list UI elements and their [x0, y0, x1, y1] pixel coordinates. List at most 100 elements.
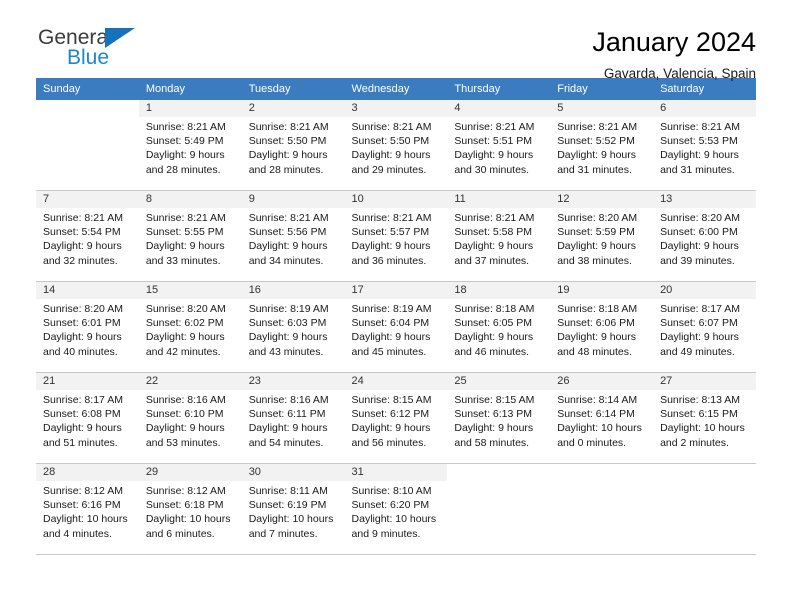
title-block: January 2024 Gavarda, Valencia, Spain — [592, 26, 756, 84]
day-number: 4 — [447, 100, 551, 117]
day-number: 30 — [241, 464, 345, 481]
calendar-day-cell[interactable]: 16 Sunrise: 8:19 AM Sunset: 6:03 PM Dayligh… — [241, 281, 345, 373]
calendar-day-cell[interactable]: 15 Sunrise: 8:20 AM Sunset: 6:02 PM Dayligh… — [138, 281, 242, 373]
calendar-day-cell[interactable]: 5 Sunrise: 8:21 AM Sunset: 5:52 PM Daylight… — [550, 100, 654, 191]
calendar-week-row: 7 Sunrise: 8:21 AM Sunset: 5:54 PM Daylight… — [36, 190, 756, 282]
sunset-text: Sunset: 5:50 PM — [248, 135, 327, 148]
calendar-day-cell[interactable]: 30 Sunrise: 8:11 AM Sunset: 6:19 PM Dayligh… — [241, 463, 345, 554]
daylight-text-line2: and 4 minutes. — [43, 527, 112, 540]
calendar-day-cell[interactable]: 8 Sunrise: 8:21 AM Sunset: 5:55 PM Daylight… — [138, 190, 242, 282]
day-cell-content: 5 Sunrise: 8:21 AM Sunset: 5:52 PM Daylight… — [550, 100, 654, 190]
calendar-day-cell[interactable]: 29 Sunrise: 8:12 AM Sunset: 6:18 PM Dayligh… — [138, 463, 242, 554]
weekday-header-sunday: Sunday — [36, 78, 139, 100]
calendar-day-cell[interactable]: 1 Sunrise: 8:21 AM Sunset: 5:49 PM Daylight… — [138, 100, 242, 191]
sunset-text: Sunset: 6:06 PM — [557, 317, 635, 330]
daylight-text-line1: Daylight: 9 hours — [43, 240, 122, 253]
day-cell-content: 13 Sunrise: 8:20 AM Sunset: 6:00 PM Dayligh… — [653, 191, 756, 281]
daylight-text-line2: and 0 minutes. — [557, 436, 627, 449]
daylight-text-line2: and 7 minutes. — [248, 527, 318, 540]
day-number: 28 — [36, 464, 139, 481]
weekday-header-monday: Monday — [138, 78, 242, 100]
day-cell-content: 28 Sunrise: 8:12 AM Sunset: 6:16 PM Dayligh… — [36, 464, 139, 554]
sunrise-text: Sunrise: 8:18 AM — [454, 303, 535, 315]
day-number — [550, 464, 653, 481]
day-sun-info: Sunrise: 8:21 AM Sunset: 5:55 PM Daylight:… — [139, 208, 242, 268]
daylight-text-line1: Daylight: 9 hours — [351, 240, 431, 253]
day-cell-content — [653, 464, 756, 554]
day-number: 15 — [138, 282, 242, 299]
sunset-text: Sunset: 5:49 PM — [145, 135, 224, 148]
day-cell-content: 7 Sunrise: 8:21 AM Sunset: 5:54 PM Daylight… — [36, 191, 139, 281]
brand-logo[interactable]: General Blue — [36, 26, 218, 69]
daylight-text-line2: and 54 minutes. — [248, 436, 324, 449]
daylight-text-line1: Daylight: 10 hours — [145, 513, 231, 526]
day-sun-info: Sunrise: 8:18 AM Sunset: 6:05 PM Daylight:… — [447, 299, 550, 359]
sunset-text: Sunset: 5:53 PM — [660, 135, 738, 148]
sunset-text: Sunset: 6:05 PM — [454, 317, 533, 330]
calendar-day-cell[interactable]: 21 Sunrise: 8:17 AM Sunset: 6:08 PM Dayligh… — [36, 372, 139, 464]
calendar-day-cell[interactable]: 12 Sunrise: 8:20 AM Sunset: 5:59 PM Dayligh… — [550, 190, 654, 282]
day-sun-info: Sunrise: 8:19 AM Sunset: 6:04 PM Daylight:… — [345, 299, 448, 359]
calendar-day-cell[interactable]: 26 Sunrise: 8:14 AM Sunset: 6:14 PM Dayligh… — [550, 372, 654, 464]
daylight-text-line1: Daylight: 9 hours — [43, 331, 122, 344]
daylight-text-line1: Daylight: 10 hours — [248, 513, 334, 526]
day-cell-content: 31 Sunrise: 8:10 AM Sunset: 6:20 PM Dayligh… — [344, 464, 448, 554]
page-title: January 2024 — [592, 27, 756, 57]
calendar-day-cell[interactable]: 14 Sunrise: 8:20 AM Sunset: 6:01 PM Dayligh… — [36, 281, 139, 373]
calendar-day-cell[interactable]: 19 Sunrise: 8:18 AM Sunset: 6:06 PM Dayligh… — [550, 281, 654, 373]
sunrise-text: Sunrise: 8:20 AM — [43, 303, 123, 315]
calendar-day-cell[interactable]: 27 Sunrise: 8:13 AM Sunset: 6:15 PM Dayligh… — [653, 372, 756, 464]
day-number: 7 — [36, 191, 139, 208]
calendar-day-cell[interactable]: 11 Sunrise: 8:21 AM Sunset: 5:58 PM Dayligh… — [447, 190, 551, 282]
calendar-day-cell[interactable]: 9 Sunrise: 8:21 AM Sunset: 5:56 PM Daylight… — [241, 190, 345, 282]
weekday-header-wednesday: Wednesday — [344, 78, 448, 100]
sunrise-text: Sunrise: 8:21 AM — [43, 212, 123, 224]
day-cell-content: 11 Sunrise: 8:21 AM Sunset: 5:58 PM Dayligh… — [447, 191, 551, 281]
calendar-day-cell[interactable]: 13 Sunrise: 8:20 AM Sunset: 6:00 PM Dayligh… — [653, 190, 756, 282]
sunrise-text: Sunrise: 8:18 AM — [557, 303, 638, 315]
calendar-day-cell[interactable]: 3 Sunrise: 8:21 AM Sunset: 5:50 PM Daylight… — [344, 100, 448, 191]
daylight-text-line2: and 29 minutes. — [351, 163, 427, 176]
sunrise-text: Sunrise: 8:20 AM — [557, 212, 638, 224]
day-number: 25 — [447, 373, 551, 390]
sunset-text: Sunset: 6:04 PM — [351, 317, 430, 330]
daylight-text-line2: and 34 minutes. — [248, 254, 324, 267]
sunset-text: Sunset: 6:20 PM — [351, 499, 430, 512]
calendar-day-cell[interactable]: 18 Sunrise: 8:18 AM Sunset: 6:05 PM Dayligh… — [447, 281, 551, 373]
daylight-text-line1: Daylight: 9 hours — [248, 240, 328, 253]
daylight-text-line2: and 37 minutes. — [454, 254, 530, 267]
day-number: 26 — [550, 373, 654, 390]
calendar-day-cell[interactable]: 17 Sunrise: 8:19 AM Sunset: 6:04 PM Dayligh… — [344, 281, 448, 373]
calendar-day-cell[interactable]: 24 Sunrise: 8:15 AM Sunset: 6:12 PM Dayligh… — [344, 372, 448, 464]
day-number: 14 — [36, 282, 139, 299]
day-cell-content: 14 Sunrise: 8:20 AM Sunset: 6:01 PM Dayligh… — [36, 282, 139, 372]
day-number: 18 — [447, 282, 551, 299]
calendar-day-cell[interactable]: 6 Sunrise: 8:21 AM Sunset: 5:53 PM Daylight… — [653, 100, 756, 191]
sunrise-text: Sunrise: 8:21 AM — [454, 121, 535, 133]
day-sun-info: Sunrise: 8:21 AM Sunset: 5:53 PM Daylight:… — [653, 117, 756, 177]
calendar-day-cell[interactable]: 10 Sunrise: 8:21 AM Sunset: 5:57 PM Dayligh… — [344, 190, 448, 282]
day-sun-info: Sunrise: 8:21 AM Sunset: 5:58 PM Daylight:… — [447, 208, 550, 268]
calendar-day-cell[interactable]: 23 Sunrise: 8:16 AM Sunset: 6:11 PM Dayligh… — [241, 372, 345, 464]
calendar-day-cell[interactable]: 25 Sunrise: 8:15 AM Sunset: 6:13 PM Dayligh… — [447, 372, 551, 464]
day-sun-info: Sunrise: 8:20 AM Sunset: 6:02 PM Daylight:… — [139, 299, 242, 359]
sunrise-text: Sunrise: 8:16 AM — [145, 394, 226, 406]
calendar-day-cell[interactable]: 4 Sunrise: 8:21 AM Sunset: 5:51 PM Daylight… — [447, 100, 551, 191]
day-cell-content: 21 Sunrise: 8:17 AM Sunset: 6:08 PM Dayligh… — [36, 373, 139, 463]
calendar-day-cell[interactable]: 2 Sunrise: 8:21 AM Sunset: 5:50 PM Daylight… — [241, 100, 345, 191]
calendar-day-cell[interactable]: 28 Sunrise: 8:12 AM Sunset: 6:16 PM Dayligh… — [36, 463, 139, 554]
day-cell-content: 30 Sunrise: 8:11 AM Sunset: 6:19 PM Dayligh… — [241, 464, 345, 554]
daylight-text-line1: Daylight: 9 hours — [557, 240, 637, 253]
calendar-day-cell[interactable]: 7 Sunrise: 8:21 AM Sunset: 5:54 PM Daylight… — [36, 190, 139, 282]
sunrise-text: Sunrise: 8:21 AM — [454, 212, 535, 224]
calendar-day-cell[interactable]: 31 Sunrise: 8:10 AM Sunset: 6:20 PM Dayligh… — [344, 463, 448, 554]
day-number: 11 — [447, 191, 551, 208]
day-sun-info: Sunrise: 8:16 AM Sunset: 6:10 PM Daylight:… — [139, 390, 242, 450]
day-sun-info: Sunrise: 8:13 AM Sunset: 6:15 PM Daylight:… — [653, 390, 756, 450]
calendar-day-cell[interactable]: 20 Sunrise: 8:17 AM Sunset: 6:07 PM Dayligh… — [653, 281, 756, 373]
daylight-text-line1: Daylight: 9 hours — [248, 422, 328, 435]
daylight-text-line1: Daylight: 9 hours — [145, 240, 225, 253]
day-sun-info: Sunrise: 8:14 AM Sunset: 6:14 PM Daylight:… — [550, 390, 653, 450]
day-number: 12 — [550, 191, 654, 208]
calendar-day-cell[interactable]: 22 Sunrise: 8:16 AM Sunset: 6:10 PM Dayligh… — [138, 372, 242, 464]
